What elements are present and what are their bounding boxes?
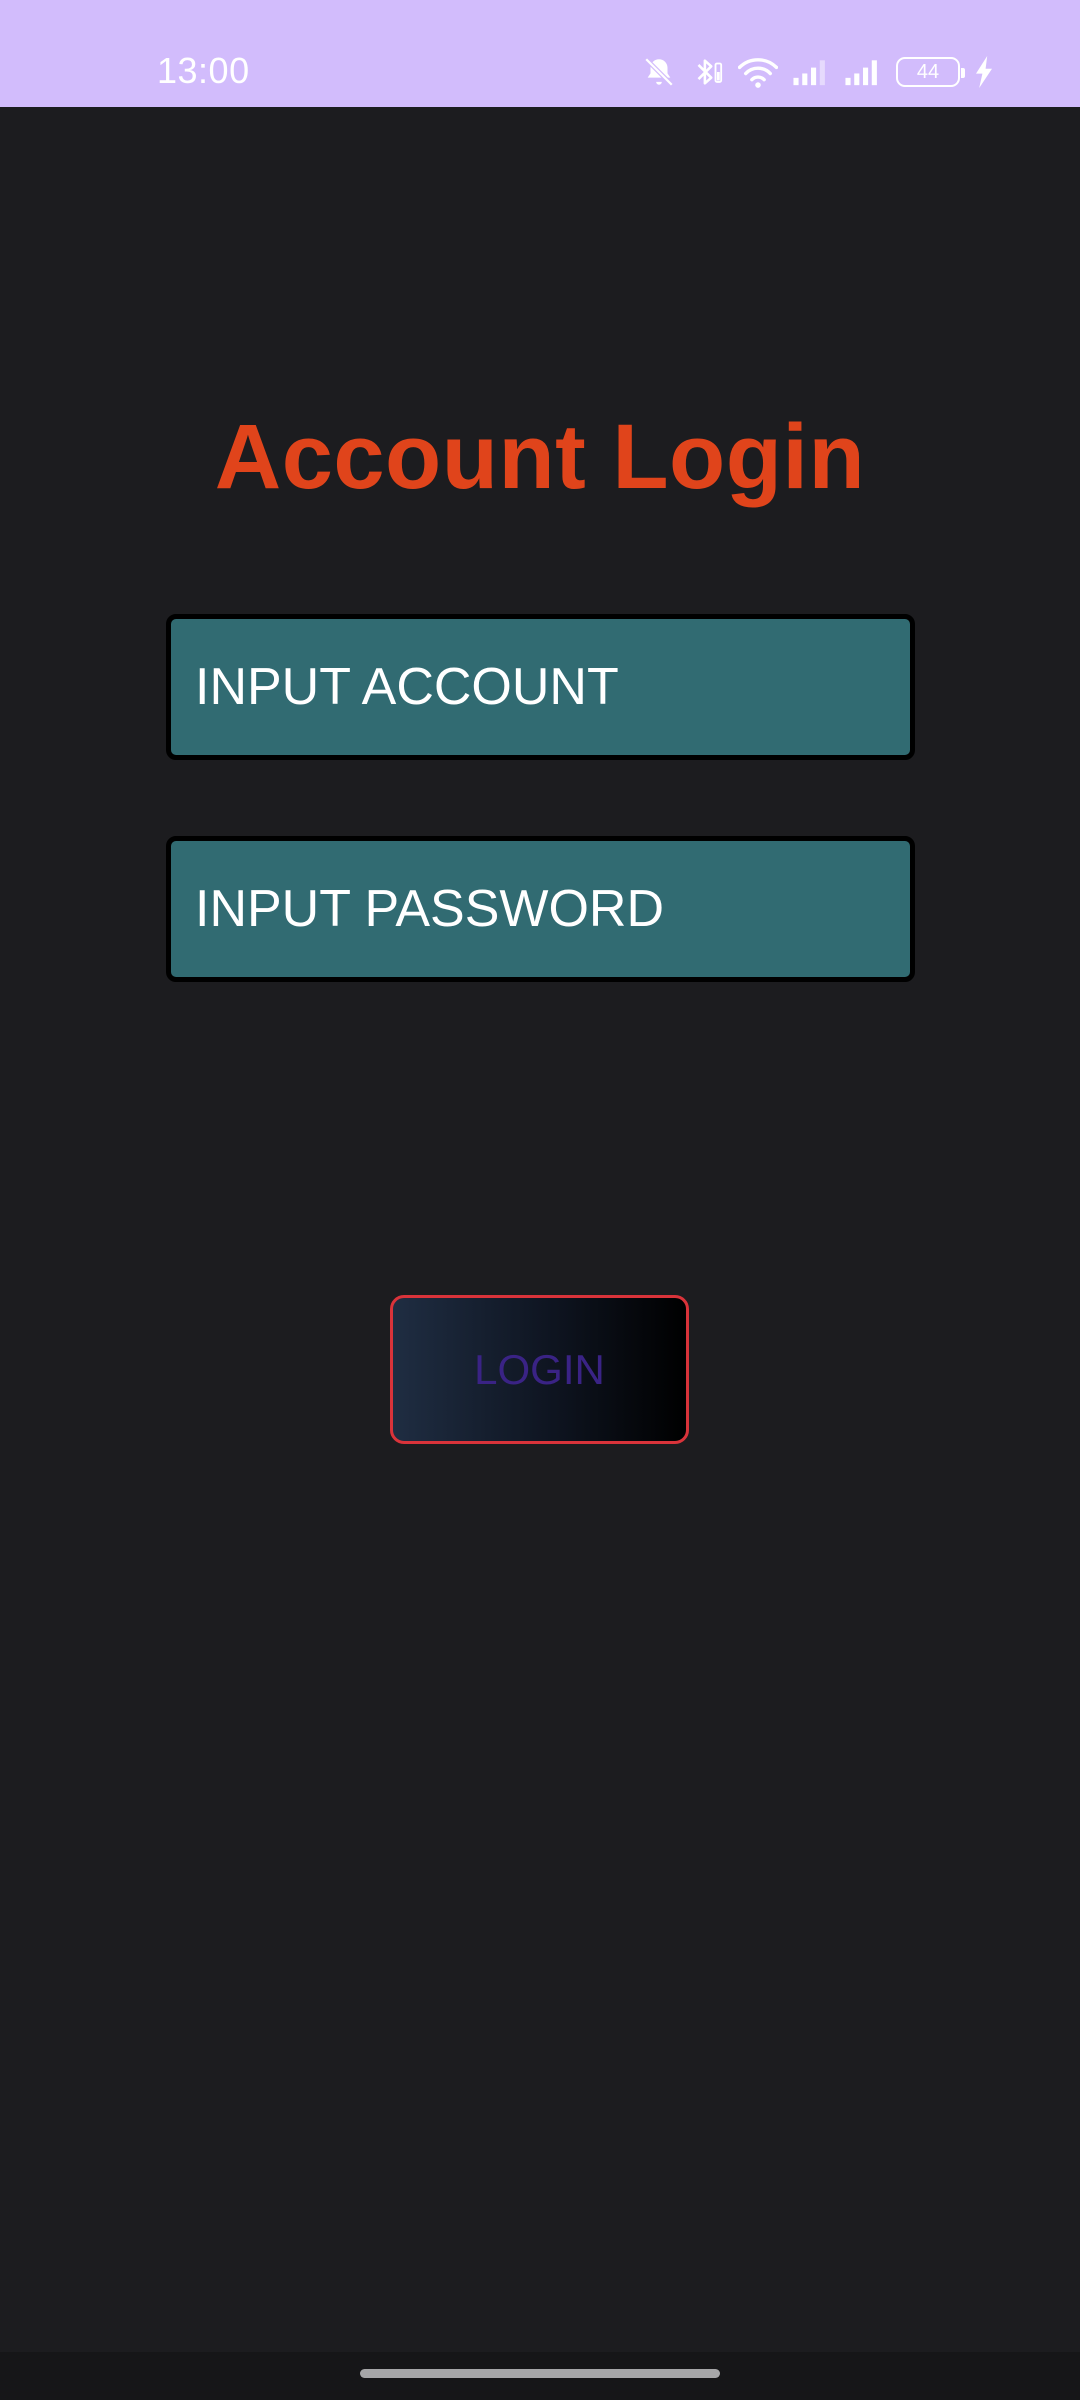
home-indicator[interactable] [360,2369,720,2378]
app-screen: 13:00 44 Account Login INPUT ACCOUNT LOG… [0,0,1080,2400]
battery-icon: 44 [896,57,965,87]
password-input[interactable] [195,841,910,977]
wifi-icon [738,58,778,88]
signal-icon [845,60,877,86]
status-time: 13:00 [157,50,250,91]
account-field[interactable] [166,614,915,760]
status-icons: 44 [642,52,994,92]
battery-level: 44 [916,60,940,83]
bluetooth-icon [697,59,723,85]
login-button-label: LOGIN [474,1345,605,1393]
status-bar: 13:00 44 [0,0,1080,107]
page-title: Account Login [214,406,866,508]
charging-icon [976,56,992,88]
battery-tip [961,68,965,78]
account-input[interactable] [195,619,910,755]
signal-icon [793,60,825,86]
bell-off-icon [644,57,674,87]
password-field[interactable] [166,836,915,982]
login-button[interactable]: LOGIN [390,1295,689,1444]
